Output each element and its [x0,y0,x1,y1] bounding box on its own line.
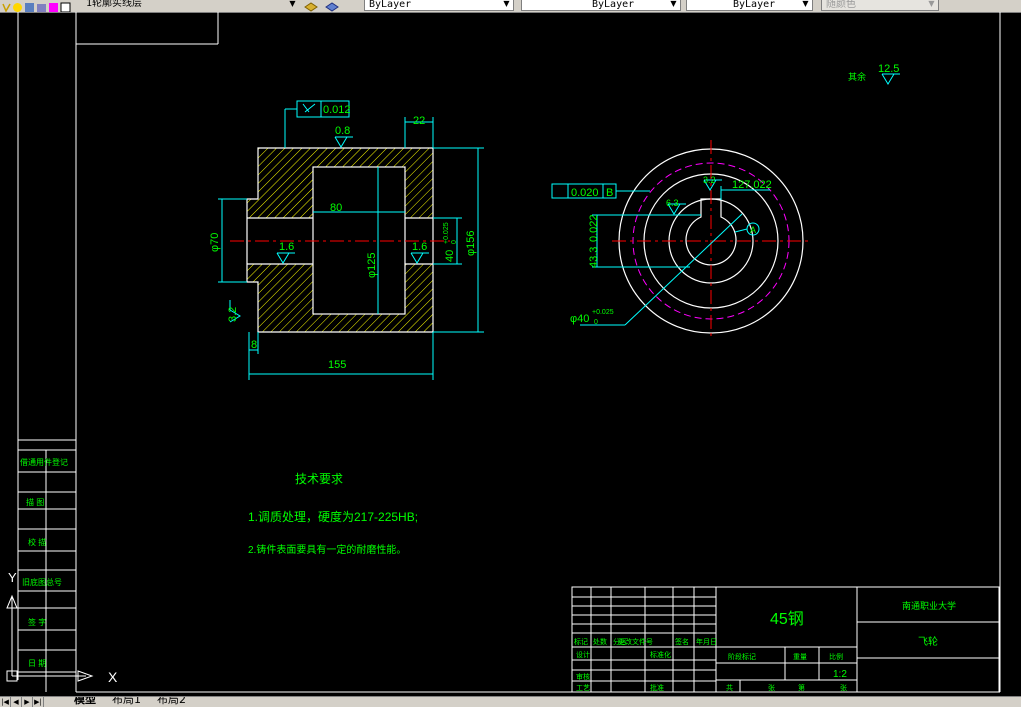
dim-key-depth-tol: 0.022 [588,214,600,242]
dim-key-depth: 43.3 [588,247,600,268]
tab-layout2[interactable]: 布局2 [157,697,186,706]
section-view[interactable] [230,147,450,333]
layer-dropdown[interactable]: 1轮廓实线层 [72,0,296,11]
tb-process: 工艺 [576,684,590,692]
make-current-layer-icon[interactable] [304,0,318,12]
side-label-4: 签 字 [28,617,46,627]
tb-sheet-label2: 张 [840,683,847,692]
tb-approve: 批准 [650,683,664,692]
side-label-0: 借通用件登记 [20,457,68,467]
tab-model[interactable]: 模型 [74,697,96,706]
datum-b: B [606,187,613,199]
roughness-right: 1.6 [412,241,427,253]
tb-row-label-1: 处数 [593,637,607,646]
dim-phi70: φ70 [209,233,221,252]
tb-sheet-label: 张 [768,683,775,692]
layout-tabs-bar: |◀ ◀ ▶ ▶| 模型 布局1 布局2 [0,696,1021,707]
chevron-down-icon[interactable]: ▼ [799,0,812,11]
layer-freeze-icon[interactable] [12,0,23,12]
side-panel: 借通用件登记 描 图 校 描 旧底图总号 签 字 日 期 [18,449,76,692]
datum-a: A [750,225,756,235]
lineweight-control-dropdown[interactable]: ByLayer [686,0,813,11]
title-block: 标记 处数 分区 更改文件号 签名 年月日 设计 标准化 审核 工艺 批准 阶段… [571,586,1000,693]
layer-on-icon[interactable] [1,0,12,12]
tb-sheet-no: 第 [798,683,805,692]
dim-phi125: φ125 [366,253,378,279]
layer-lock-icon[interactable] [24,0,35,12]
tb-scale: 1:2 [833,669,847,680]
dim-bore-tol-upper: +0.025 [443,222,450,244]
chevron-down-icon[interactable]: ▼ [286,0,299,11]
ucs-icon: Y X [6,570,118,685]
dim-bore-phi-tol-upper: +0.025 [592,309,614,316]
notes-line2: 2.铸件表面要具有一定的耐磨性能。 [248,543,406,556]
chevron-down-icon[interactable]: ▼ [667,0,680,11]
tb-material: 45钢 [770,610,804,628]
roughness-top: 0.8 [335,125,350,137]
side-label-2: 校 描 [28,537,46,547]
side-label-5: 日 期 [28,659,46,668]
tb-std: 标准化 [650,650,671,659]
roughness-bore: 1.6 [279,241,294,253]
dim-8: 8 [251,339,257,351]
layer-swatch-icon[interactable] [48,0,59,12]
runout-value: 0.020 [571,187,599,199]
roughness-key: 3.2 [703,175,716,185]
tb-weight: 重量 [793,653,807,661]
tb-scale-label: 比例 [829,652,843,661]
dim-22: 22 [413,115,425,127]
layer-plot-icon[interactable] [60,0,71,12]
other-roughness-label: 其余 [848,71,866,82]
tb-check: 审核 [576,672,590,681]
tab-layout1[interactable]: 布局1 [112,697,141,706]
ucs-y-label: Y [8,570,17,585]
flatness-value: 0.012 [323,104,351,116]
dim-bore-tol-lower: 0 [451,240,458,244]
side-label-3: 旧底图总号 [22,577,62,587]
drawing-frame [17,12,1001,693]
dim-bore-phi: φ40 [570,313,589,325]
other-roughness-value: 12.5 [878,63,899,75]
roughness-key2: 6.3 [666,198,679,208]
linetype-control-dropdown[interactable]: ByLayer [521,0,681,11]
chevron-down-icon: ▼ [928,0,935,8]
front-view[interactable] [612,140,812,340]
dim-bore40: 40 [444,250,456,262]
plotstyle-control-dropdown[interactable]: 随颜色 [821,0,939,11]
tb-row-label-4: 签名 [675,637,689,646]
tb-part-name: 飞轮 [918,635,938,648]
dim-phi156: φ156 [465,231,477,257]
front-dimension-text: 0.020 B 3.2 6.3 127.022 43.3 0.022 φ40 +… [570,63,899,326]
color-control-dropdown[interactable]: ByLayer [364,0,514,11]
ucs-x-label: X [108,669,118,685]
layer-color-icon[interactable] [36,0,47,12]
tb-row-label-3: 更改文件号 [618,637,653,646]
tb-stage: 阶段标记 [728,652,756,661]
dim-80: 80 [330,202,342,214]
dim-155: 155 [328,359,346,371]
tb-row-label-0: 标记 [574,637,588,646]
drawing-canvas[interactable]: 借通用件登记 描 图 校 描 旧底图总号 签 字 日 期 Y X 0.012 0… [0,12,1021,696]
layer-previous-icon[interactable] [325,0,339,12]
roughness-left: 3.2 [227,307,239,322]
dim-bore-phi-tol-lower: 0 [594,319,598,326]
chevron-down-icon[interactable]: ▼ [500,0,513,11]
notes-title: 技术要求 [295,472,343,486]
technical-notes: 技术要求 1.调质处理，硬度为217-225HB; 2.铸件表面要具有一定的耐磨… [248,472,418,556]
dim-key-width: 127.022 [732,179,772,191]
tb-row-label-5: 年月日 [696,637,717,646]
notes-line1: 1.调质处理，硬度为217-225HB; [248,509,418,524]
tb-school: 南通职业大学 [902,600,956,611]
side-label-1: 描 图 [26,497,44,507]
tb-sheet-total: 共 [726,683,733,692]
tb-design: 设计 [576,650,590,659]
